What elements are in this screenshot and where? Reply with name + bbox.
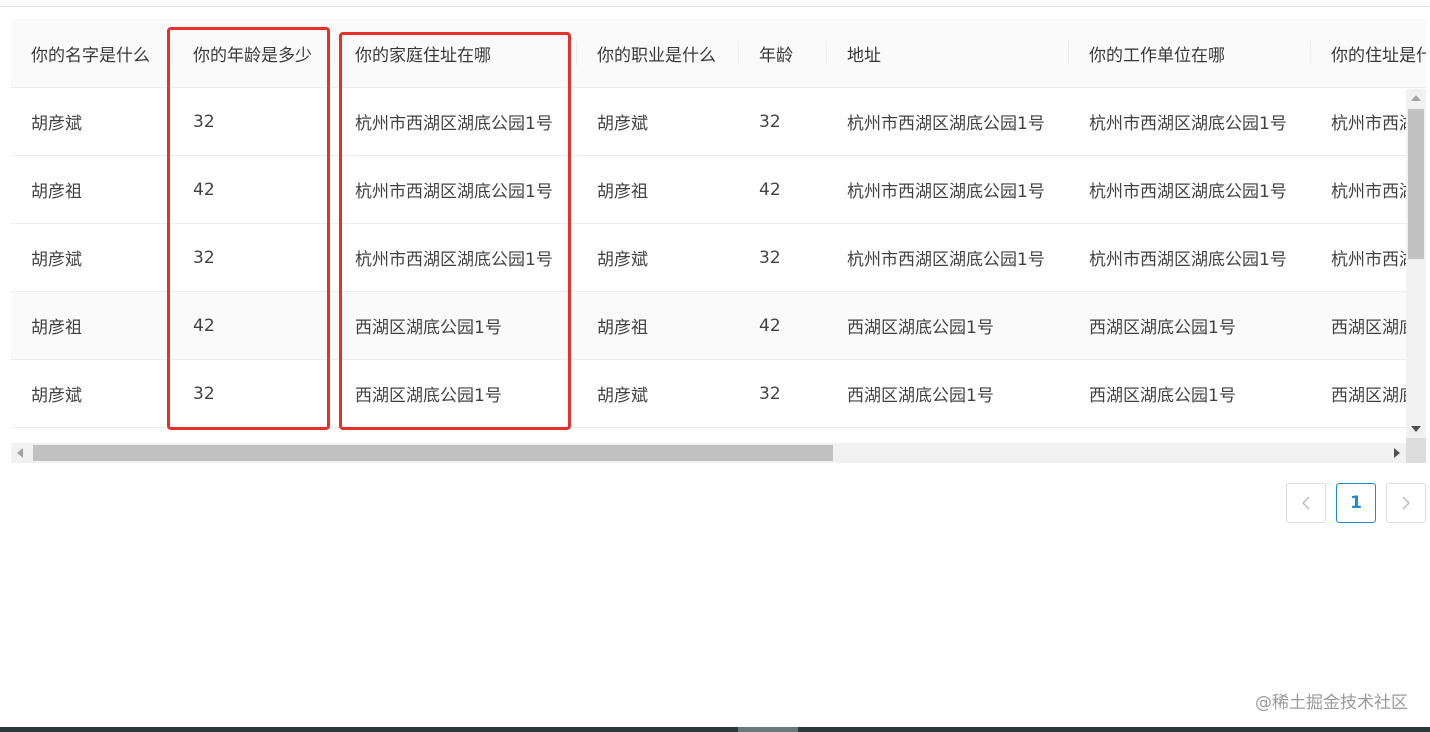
- table-cell: 32: [193, 247, 215, 268]
- column-header[interactable]: 年龄: [739, 19, 827, 87]
- table-cell: 西湖区湖底公园1号: [1089, 386, 1236, 406]
- table-cell: 胡彦斌: [31, 386, 82, 406]
- chevron-left-icon: [1301, 496, 1310, 510]
- table-cell: 32: [759, 111, 781, 132]
- column-header[interactable]: 地址: [827, 19, 1069, 87]
- table-cell: 杭州市西湖区湖底公园1号: [1089, 182, 1287, 202]
- table-cell: 42: [193, 315, 215, 336]
- column-header-label: 地址: [847, 45, 881, 66]
- bottom-bar: [0, 727, 1430, 732]
- page-number-button[interactable]: 1: [1336, 483, 1376, 523]
- table-cell: 杭州市西湖区湖底公园1号: [847, 182, 1045, 202]
- column-header-label: 年龄: [759, 45, 793, 66]
- table-cell: 胡彦祖: [597, 318, 648, 338]
- table-cell: 胡彦斌: [31, 114, 82, 134]
- table-cell: 杭州市西湖区湖底公园1号: [355, 182, 553, 202]
- table-cell: 胡彦祖: [31, 182, 82, 202]
- pagination: 1: [1286, 483, 1426, 523]
- column-header[interactable]: 你的年龄是多少: [173, 19, 335, 87]
- vertical-scrollbar[interactable]: [1406, 89, 1426, 438]
- table-row[interactable]: 胡彦祖 42 西湖区湖底公园1号 胡彦祖 42 西湖区湖底公园1号 西湖区湖底公园1号 西湖区…: [11, 292, 1426, 360]
- table-row[interactable]: 胡彦斌 32 西湖区湖底公园1号 胡彦斌 32 西湖区湖底公园1号 西湖区湖底公园1号 西湖区…: [11, 360, 1426, 428]
- horizontal-scrollbar[interactable]: [11, 443, 1406, 463]
- scroll-left-icon[interactable]: [17, 448, 23, 458]
- table-cell: 西湖区湖底公园1号: [1089, 318, 1236, 338]
- table-cell: 杭州市西湖区湖底公园1号: [355, 114, 553, 134]
- table-row[interactable]: 胡彦斌 32 杭州市西湖区湖底公园1号 胡彦斌 32 杭州市西湖区湖底公园1号 杭州市西湖区…: [11, 88, 1426, 156]
- column-header[interactable]: 你的住址是什么: [1311, 19, 1426, 87]
- column-header[interactable]: 你的家庭住址在哪: [335, 19, 577, 87]
- column-header[interactable]: 你的工作单位在哪: [1069, 19, 1311, 87]
- table-cell: 西湖区湖底公园1号: [355, 386, 502, 406]
- table-cell: 西湖区湖底公园1号: [847, 386, 994, 406]
- column-header-label: 你的年龄是多少: [193, 45, 312, 66]
- table-cell: 32: [759, 247, 781, 268]
- table-cell: 胡彦祖: [597, 182, 648, 202]
- table-cell: 杭州市西湖区湖底公园1号: [847, 250, 1045, 270]
- table-cell: 胡彦斌: [597, 114, 648, 134]
- data-table: 你的名字是什么 你的年龄是多少 你的家庭住址在哪 你的职业是什么 年龄 地址 你…: [11, 19, 1426, 463]
- table-cell: 32: [193, 111, 215, 132]
- table-cell: 杭州市西湖区湖底公园1号: [1089, 114, 1287, 134]
- top-divider: [0, 6, 1430, 7]
- table-body: 胡彦斌 32 杭州市西湖区湖底公园1号 胡彦斌 32 杭州市西湖区湖底公园1号 杭州市西湖区…: [11, 88, 1426, 428]
- table-cell: 胡彦斌: [597, 250, 648, 270]
- scroll-right-icon[interactable]: [1394, 448, 1400, 458]
- horizontal-scroll-thumb[interactable]: [33, 445, 833, 461]
- table-cell: 42: [759, 179, 781, 200]
- column-header-label: 你的住址是什么: [1331, 45, 1426, 66]
- table-cell: 32: [193, 383, 215, 404]
- column-header-label: 你的职业是什么: [597, 45, 716, 66]
- watermark: @稀土掘金技术社区: [1255, 693, 1408, 713]
- vertical-scroll-thumb[interactable]: [1408, 109, 1424, 259]
- table-cell: 32: [759, 383, 781, 404]
- table-cell: 杭州市西湖区湖底公园1号: [847, 114, 1045, 134]
- table-cell: 杭州市西湖区湖底公园1号: [1089, 250, 1287, 270]
- table-cell: 胡彦斌: [31, 250, 82, 270]
- table-cell: 西湖区湖底公园1号: [355, 318, 502, 338]
- scroll-up-icon[interactable]: [1411, 95, 1421, 101]
- table-row[interactable]: 胡彦斌 32 杭州市西湖区湖底公园1号 胡彦斌 32 杭州市西湖区湖底公园1号 杭州市西湖区…: [11, 224, 1426, 292]
- table-cell: 胡彦斌: [597, 386, 648, 406]
- scrollbar-corner: [1406, 438, 1426, 463]
- table-cell: 42: [193, 179, 215, 200]
- column-header-label: 你的家庭住址在哪: [355, 45, 491, 66]
- table-cell: 胡彦祖: [31, 318, 82, 338]
- table-header: 你的名字是什么 你的年龄是多少 你的家庭住址在哪 你的职业是什么 年龄 地址 你…: [11, 19, 1426, 88]
- column-header[interactable]: 你的名字是什么: [11, 19, 173, 87]
- table-cell: 西湖区湖底公园1号: [847, 318, 994, 338]
- chevron-right-icon: [1402, 496, 1411, 510]
- table-row[interactable]: 胡彦祖 42 杭州市西湖区湖底公园1号 胡彦祖 42 杭州市西湖区湖底公园1号 杭州市西湖区…: [11, 156, 1426, 224]
- table-cell: 杭州市西湖区湖底公园1号: [355, 250, 553, 270]
- scroll-down-icon[interactable]: [1411, 426, 1421, 432]
- column-header-label: 你的工作单位在哪: [1089, 45, 1225, 66]
- column-header-label: 你的名字是什么: [31, 45, 150, 66]
- column-header[interactable]: 你的职业是什么: [577, 19, 739, 87]
- next-page-button[interactable]: [1386, 483, 1426, 523]
- prev-page-button[interactable]: [1286, 483, 1326, 523]
- table-cell: 42: [759, 315, 781, 336]
